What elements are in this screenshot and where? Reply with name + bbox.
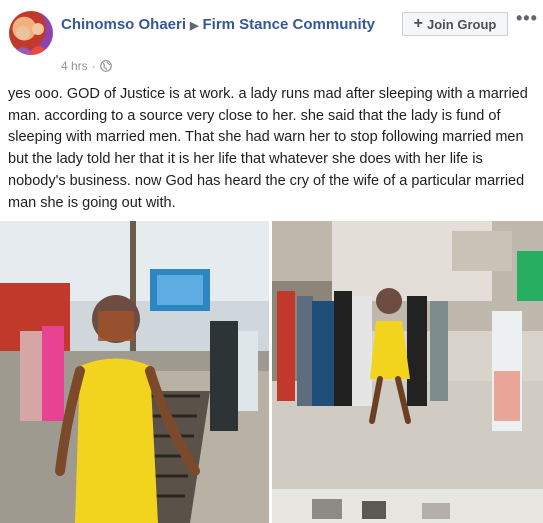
group-name[interactable]: Firm Stance Community [203,16,376,33]
arrow-right-icon: ▶ [190,20,199,32]
post-meta: 4 hrs · [61,59,112,73]
post-text: yes ooo. GOD of Justice is at work. a la… [8,86,528,211]
author-avatar[interactable] [9,11,53,55]
join-group-label: Join Group [427,16,497,32]
post-header: Chinomso Ohaeri ▶ Firm Stance Community [61,14,391,37]
post-photo-right[interactable] [272,221,543,523]
post-time[interactable]: 4 hrs [61,59,88,73]
globe-icon [99,60,112,72]
author-name[interactable]: Chinomso Ohaeri [61,16,186,33]
plus-icon: + [413,15,423,32]
join-group-button[interactable]: + Join Group [402,12,508,36]
post-photo-left[interactable] [0,221,269,523]
more-options-icon[interactable]: ••• [516,8,538,29]
